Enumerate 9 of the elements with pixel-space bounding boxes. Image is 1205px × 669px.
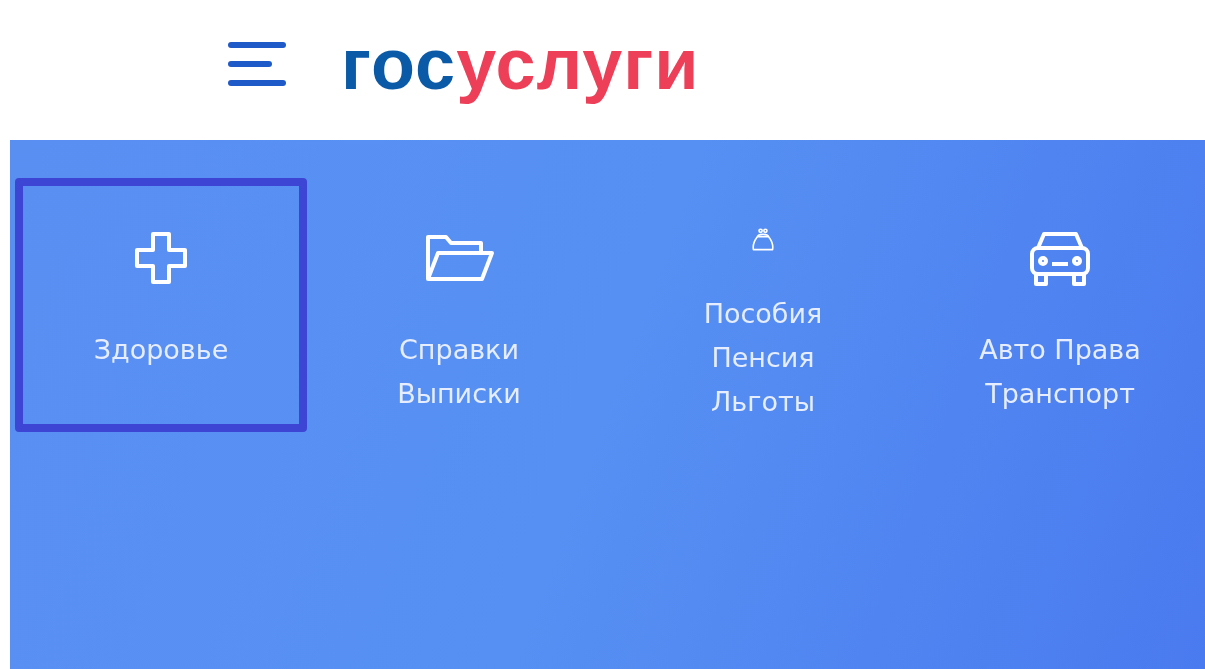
category-tile[interactable]: Здоровье	[15, 178, 307, 432]
category-tile[interactable]: Справки Выписки	[307, 178, 611, 432]
menu-icon[interactable]	[228, 42, 286, 86]
category-tile[interactable]: Авто Права Транспорт	[915, 178, 1205, 432]
category-label: Справки Выписки	[396, 333, 522, 411]
category-label: Пособия Пенсия Льготы	[702, 297, 824, 419]
category-label: Авто Права Транспорт	[978, 333, 1142, 411]
category-tile[interactable]: Пособия Пенсия Льготы	[611, 178, 915, 432]
category-label: Здоровье	[92, 333, 230, 367]
